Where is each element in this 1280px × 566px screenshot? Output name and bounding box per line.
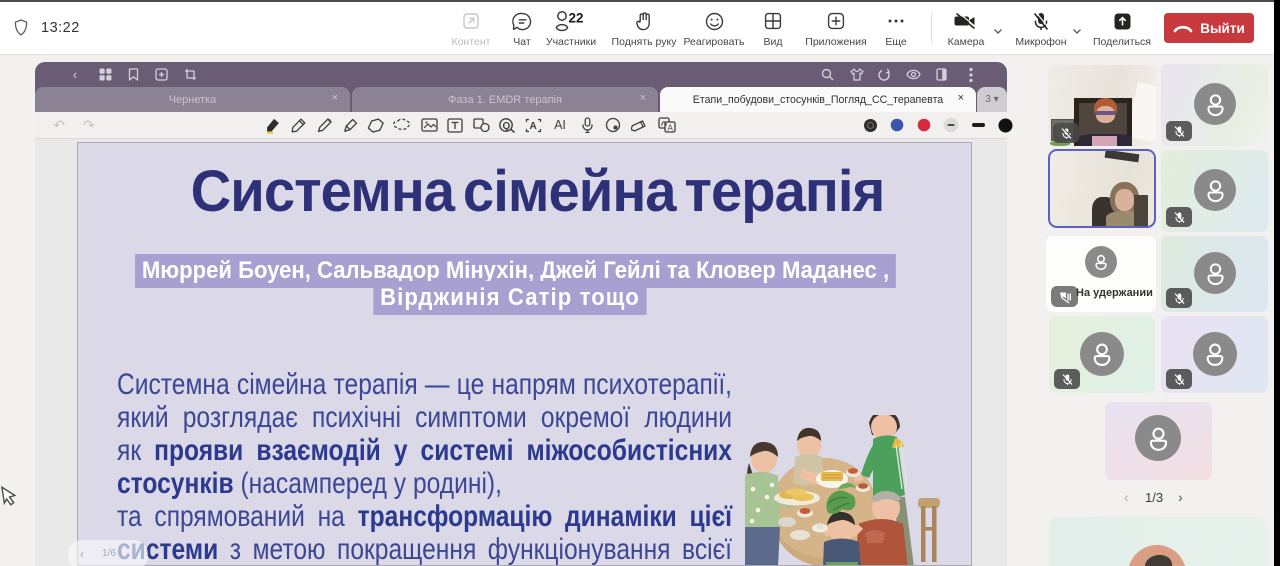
svg-text:A: A [668,124,674,133]
svg-text:A: A [529,121,536,132]
svg-text:22: 22 [569,11,584,26]
svg-text:Q: Q [503,121,511,132]
